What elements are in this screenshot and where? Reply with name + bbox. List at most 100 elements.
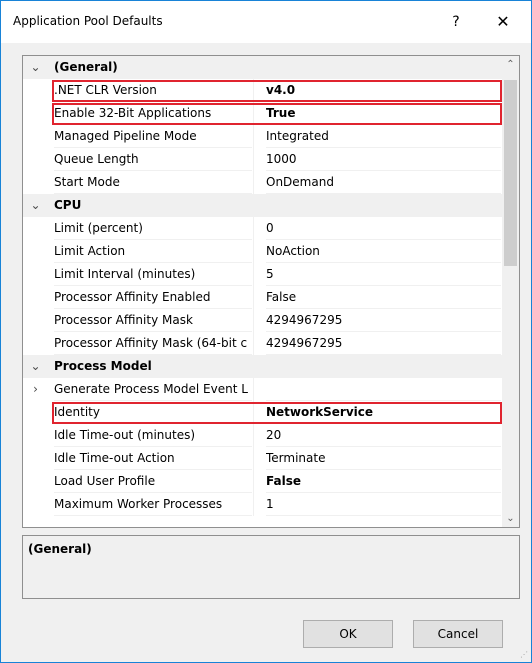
- property-name: Load User Profile: [54, 470, 252, 493]
- collapse-chevron-icon[interactable]: ⌄: [23, 355, 48, 378]
- property-value[interactable]: 1: [266, 493, 501, 516]
- property-name: Limit Action: [54, 240, 252, 263]
- collapse-chevron-icon[interactable]: ⌄: [23, 194, 48, 217]
- row-gutter: [23, 148, 48, 171]
- row-gutter: [23, 102, 48, 125]
- row-gutter: [23, 332, 48, 355]
- expand-chevron-icon[interactable]: ›: [23, 378, 48, 401]
- property-name: Enable 32-Bit Applications: [54, 102, 252, 125]
- property-name: Limit Interval (minutes): [54, 263, 252, 286]
- row-gutter: [23, 171, 48, 194]
- row-gutter: [23, 79, 48, 102]
- help-button[interactable]: ?: [441, 9, 471, 35]
- application-pool-defaults-dialog: Application Pool Defaults ? ✕ ⌄ (General)…: [0, 0, 532, 663]
- property-row[interactable]: Idle Time-out (minutes) 20: [23, 424, 519, 447]
- property-row[interactable]: Limit Interval (minutes) 5: [23, 263, 519, 286]
- property-grid: ⌄ (General) .NET CLR Version v4.0 Enable 32-…: [22, 55, 520, 528]
- property-name: Limit (percent): [54, 217, 252, 240]
- dialog-title: Application Pool Defaults: [13, 14, 163, 28]
- vertical-scrollbar[interactable]: ⌃ ⌄: [502, 56, 519, 527]
- property-name: Idle Time-out (minutes): [54, 424, 252, 447]
- property-name: Identity: [54, 401, 252, 424]
- column-separator: [253, 309, 254, 332]
- category-label: CPU: [54, 198, 82, 212]
- property-value[interactable]: 5: [266, 263, 501, 286]
- property-name: Start Mode: [54, 171, 252, 194]
- row-gutter: [23, 217, 48, 240]
- row-gutter: [23, 309, 48, 332]
- description-panel: (General): [22, 535, 520, 599]
- property-value[interactable]: 1000: [266, 148, 501, 171]
- property-value[interactable]: 4294967295: [266, 332, 501, 355]
- column-separator: [253, 447, 254, 470]
- property-row[interactable]: Limit (percent) 0: [23, 217, 519, 240]
- property-row[interactable]: Enable 32-Bit Applications True: [23, 102, 519, 125]
- property-value[interactable]: [266, 378, 501, 401]
- property-name: Maximum Worker Processes: [54, 493, 252, 516]
- scroll-thumb[interactable]: [504, 80, 517, 266]
- property-value[interactable]: 0: [266, 217, 501, 240]
- row-gutter: [23, 470, 48, 493]
- property-value[interactable]: OnDemand: [266, 171, 501, 194]
- row-gutter: [23, 447, 48, 470]
- column-separator: [253, 493, 254, 516]
- column-separator: [253, 332, 254, 355]
- scroll-up-icon[interactable]: ⌃: [502, 56, 519, 73]
- category-row[interactable]: ⌄ CPU: [23, 194, 519, 217]
- column-separator: [253, 148, 254, 171]
- property-value[interactable]: False: [266, 286, 501, 309]
- property-value[interactable]: 20: [266, 424, 501, 447]
- description-title: (General): [28, 542, 92, 556]
- property-row[interactable]: Processor Affinity Mask 4294967295: [23, 309, 519, 332]
- column-separator: [253, 240, 254, 263]
- property-name: Processor Affinity Mask (64-bit c: [54, 332, 252, 355]
- column-separator: [253, 217, 254, 240]
- property-value[interactable]: 4294967295: [266, 309, 501, 332]
- property-row[interactable]: Queue Length 1000: [23, 148, 519, 171]
- property-value[interactable]: Terminate: [266, 447, 501, 470]
- property-row[interactable]: Load User Profile False: [23, 470, 519, 493]
- property-row[interactable]: Managed Pipeline Mode Integrated: [23, 125, 519, 148]
- column-separator: [253, 125, 254, 148]
- property-row[interactable]: Start Mode OnDemand: [23, 171, 519, 194]
- property-value[interactable]: False: [266, 470, 501, 493]
- property-row[interactable]: Processor Affinity Enabled False: [23, 286, 519, 309]
- column-separator: [253, 470, 254, 493]
- close-button[interactable]: ✕: [486, 9, 520, 35]
- category-label: Process Model: [54, 359, 152, 373]
- collapse-chevron-icon[interactable]: ⌄: [23, 56, 48, 79]
- cancel-button[interactable]: Cancel: [413, 620, 503, 648]
- property-name: Processor Affinity Mask: [54, 309, 252, 332]
- property-row[interactable]: Maximum Worker Processes 1: [23, 493, 519, 516]
- property-name: Generate Process Model Event L: [54, 378, 252, 401]
- scroll-down-icon[interactable]: ⌄: [502, 510, 519, 527]
- ok-button[interactable]: OK: [303, 620, 393, 648]
- row-gutter: [23, 401, 48, 424]
- property-row[interactable]: Identity NetworkService: [23, 401, 519, 424]
- property-value[interactable]: True: [266, 102, 501, 125]
- property-name: Idle Time-out Action: [54, 447, 252, 470]
- property-name: Managed Pipeline Mode: [54, 125, 252, 148]
- property-grid-rows: ⌄ (General) .NET CLR Version v4.0 Enable 32-…: [23, 56, 519, 516]
- column-separator: [253, 171, 254, 194]
- property-row[interactable]: Processor Affinity Mask (64-bit c 4294967…: [23, 332, 519, 355]
- property-value[interactable]: NoAction: [266, 240, 501, 263]
- property-row[interactable]: Idle Time-out Action Terminate: [23, 447, 519, 470]
- row-gutter: [23, 424, 48, 447]
- property-row[interactable]: › Generate Process Model Event L: [23, 378, 519, 401]
- category-row[interactable]: ⌄ (General): [23, 56, 519, 79]
- property-row[interactable]: .NET CLR Version v4.0: [23, 79, 519, 102]
- row-gutter: [23, 125, 48, 148]
- property-value[interactable]: v4.0: [266, 79, 501, 102]
- resize-grip-icon[interactable]: ⋰: [520, 651, 528, 659]
- row-gutter: [23, 240, 48, 263]
- column-separator: [253, 79, 254, 102]
- row-gutter: [23, 286, 48, 309]
- property-value[interactable]: Integrated: [266, 125, 501, 148]
- column-separator: [253, 424, 254, 447]
- property-value[interactable]: NetworkService: [266, 401, 501, 424]
- column-separator: [253, 263, 254, 286]
- category-row[interactable]: ⌄ Process Model: [23, 355, 519, 378]
- property-row[interactable]: Limit Action NoAction: [23, 240, 519, 263]
- column-separator: [253, 286, 254, 309]
